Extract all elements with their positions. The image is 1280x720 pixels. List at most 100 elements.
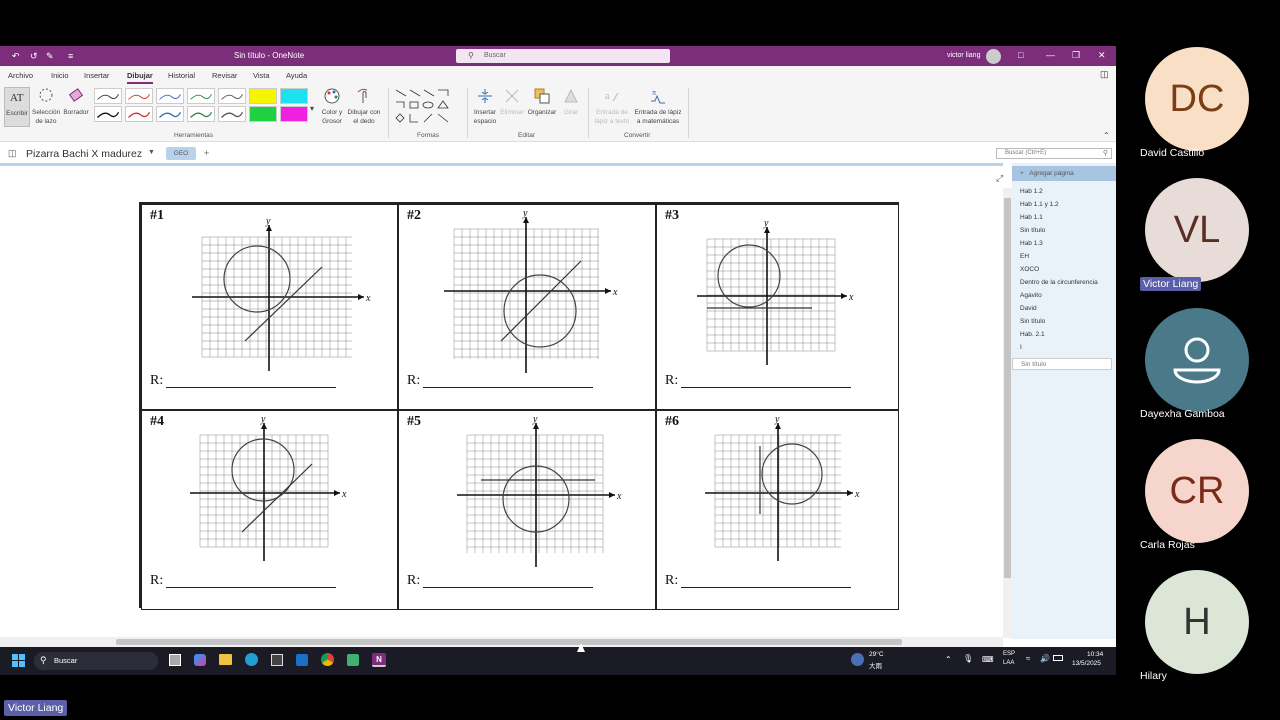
pen-4[interactable] <box>187 88 215 104</box>
page-item[interactable]: Hab 1.2 <box>1020 188 1043 195</box>
back-icon[interactable]: ↶ <box>12 51 20 62</box>
collapse-ribbon-icon[interactable]: ⌃ <box>1103 131 1110 140</box>
pen-1[interactable] <box>94 88 122 104</box>
insertar-espacio-button[interactable]: Insertar espacio <box>471 87 499 126</box>
page-item[interactable]: Sin título <box>1020 227 1045 234</box>
pen-9[interactable] <box>187 106 215 122</box>
edge-icon[interactable] <box>245 653 258 666</box>
keyboard-icon[interactable]: ⌨ <box>982 655 994 664</box>
participant-avatar[interactable]: H <box>1145 570 1249 674</box>
menu-vista[interactable]: Vista <box>253 71 270 80</box>
battery-icon[interactable] <box>1053 655 1063 661</box>
store-icon[interactable] <box>271 654 283 666</box>
notebook-pane-icon[interactable]: ◫ <box>1100 69 1109 80</box>
page-item[interactable]: Hab 1.1 <box>1020 214 1043 221</box>
minimize-icon[interactable]: — <box>1046 50 1055 60</box>
vertical-scrollbar[interactable] <box>1003 188 1012 638</box>
pen-5[interactable] <box>218 88 246 104</box>
customize-icon[interactable]: ≡ <box>68 51 73 61</box>
eliminar-button[interactable]: Eliminar <box>499 87 525 117</box>
lapiz-texto-button[interactable]: a Entrada de lápiz a texto <box>592 87 632 126</box>
copilot-icon[interactable] <box>194 654 206 666</box>
ribbon-display-icon[interactable]: □ <box>1018 50 1023 60</box>
page-item[interactable]: XOCO <box>1020 266 1039 273</box>
page-canvas[interactable]: ⤢ #1 x y R: #2 x y R: #3 x y R: #4 x y R: #5 x y R: #6 x y R: <box>0 163 1003 639</box>
girar-button[interactable]: Girar <box>559 87 583 117</box>
notebook-name[interactable]: Pizarra Bachi X madurez <box>26 148 142 160</box>
menu-insertar[interactable]: Insertar <box>84 71 109 80</box>
menu-archivo[interactable]: Archivo <box>8 71 33 80</box>
page-item-selected[interactable]: Sin título <box>1012 358 1112 370</box>
user-name[interactable]: victor liang <box>947 52 980 59</box>
page-item[interactable]: Dentro de la circunferencia <box>1020 279 1098 286</box>
lazo-button[interactable]: Selección de lazo <box>32 87 60 126</box>
pens-more-icon[interactable]: ▾ <box>310 104 314 113</box>
participant-avatar[interactable]: CR <box>1145 439 1249 543</box>
app-icon[interactable] <box>347 654 359 666</box>
menu-dibujar[interactable]: Dibujar <box>127 71 153 84</box>
language-secondary[interactable]: LAA <box>1003 660 1014 666</box>
user-avatar[interactable] <box>986 49 1001 64</box>
expand-icon[interactable]: ⤢ <box>996 173 1003 184</box>
menu-revisar[interactable]: Revisar <box>212 71 237 80</box>
vertical-scroll-thumb[interactable] <box>1004 198 1011 578</box>
pen-10[interactable] <box>218 106 246 122</box>
organizar-button[interactable]: Organizar <box>526 87 558 117</box>
participant-avatar[interactable] <box>1145 308 1249 412</box>
highlighter-cyan[interactable] <box>280 88 308 104</box>
horizontal-scrollbar[interactable] <box>0 637 1003 647</box>
pen-7[interactable] <box>125 106 153 122</box>
escribir-button[interactable]: AT Escribir <box>4 87 30 127</box>
menu-inicio[interactable]: Inicio <box>51 71 69 80</box>
borrador-button[interactable]: Borrador <box>62 87 90 117</box>
file-explorer-icon[interactable] <box>219 654 232 665</box>
dibujar-dedo-button[interactable]: Dibujar con el dedo <box>346 87 382 126</box>
participant-avatar[interactable]: VL <box>1145 178 1249 282</box>
shapes-gallery[interactable] <box>394 88 462 126</box>
page-item[interactable]: EH <box>1020 253 1029 260</box>
participant-avatar[interactable]: DC <box>1145 47 1249 151</box>
page-item[interactable]: Sin título <box>1020 318 1045 325</box>
clock-time[interactable]: 10:34 <box>1087 651 1103 658</box>
language-primary[interactable]: ESP <box>1003 651 1015 657</box>
pen-2[interactable] <box>125 88 153 104</box>
windows-start-icon[interactable] <box>12 654 25 667</box>
page-item[interactable]: Hab. 2.1 <box>1020 331 1045 338</box>
clock-date[interactable]: 13/5/2025 <box>1072 660 1101 667</box>
pen-8[interactable] <box>156 106 184 122</box>
page-item[interactable]: I <box>1020 344 1022 351</box>
highlighter-magenta[interactable] <box>280 106 308 122</box>
pen-mode-icon[interactable]: ✎ <box>46 51 54 62</box>
menu-historial[interactable]: Historial <box>168 71 195 80</box>
page-search-box[interactable]: Buscar (Ctrl+E) ⚲ <box>996 148 1112 159</box>
highlighter-yellow[interactable] <box>249 88 277 104</box>
close-icon[interactable]: ✕ <box>1098 50 1106 61</box>
chrome-icon[interactable] <box>321 653 334 666</box>
tab-geo[interactable]: GEO <box>166 147 196 160</box>
title-search-box[interactable]: ⚲ Buscar <box>456 49 670 63</box>
color-grosor-button[interactable]: Color y Grosor <box>319 87 345 126</box>
page-item[interactable]: Hab 1.3 <box>1020 240 1043 247</box>
add-section-button[interactable]: + <box>204 148 209 158</box>
page-item[interactable]: David <box>1020 305 1037 312</box>
wifi-icon[interactable]: ≈ <box>1026 654 1030 663</box>
menu-ayuda[interactable]: Ayuda <box>286 71 307 80</box>
microphone-icon[interactable]: 🎙 <box>963 654 973 663</box>
page-item[interactable]: Hab 1.1 y 1.2 <box>1020 201 1059 208</box>
horizontal-scroll-thumb[interactable] <box>116 639 902 645</box>
outlook-icon[interactable] <box>296 654 308 666</box>
task-view-icon[interactable] <box>169 654 181 666</box>
taskbar-search[interactable]: ⚲ Buscar <box>34 652 158 670</box>
add-page-button[interactable]: + Agregar página <box>1012 166 1116 181</box>
notebook-dropdown-icon[interactable]: ▼ <box>148 149 155 156</box>
pen-3[interactable] <box>156 88 184 104</box>
lapiz-matematicas-button[interactable]: π Entrada de lápiz a matemáticas <box>632 87 684 126</box>
undo-icon[interactable]: ↺ <box>30 51 38 62</box>
highlighter-green[interactable] <box>249 106 277 122</box>
volume-icon[interactable]: 🔊 <box>1040 654 1050 663</box>
onenote-taskbar-icon[interactable]: N <box>372 653 386 667</box>
pen-6[interactable] <box>94 106 122 122</box>
maximize-icon[interactable]: ❐ <box>1072 50 1080 61</box>
tray-chevron-icon[interactable]: ⌃ <box>945 655 952 664</box>
page-item[interactable]: Agavito <box>1020 292 1042 299</box>
